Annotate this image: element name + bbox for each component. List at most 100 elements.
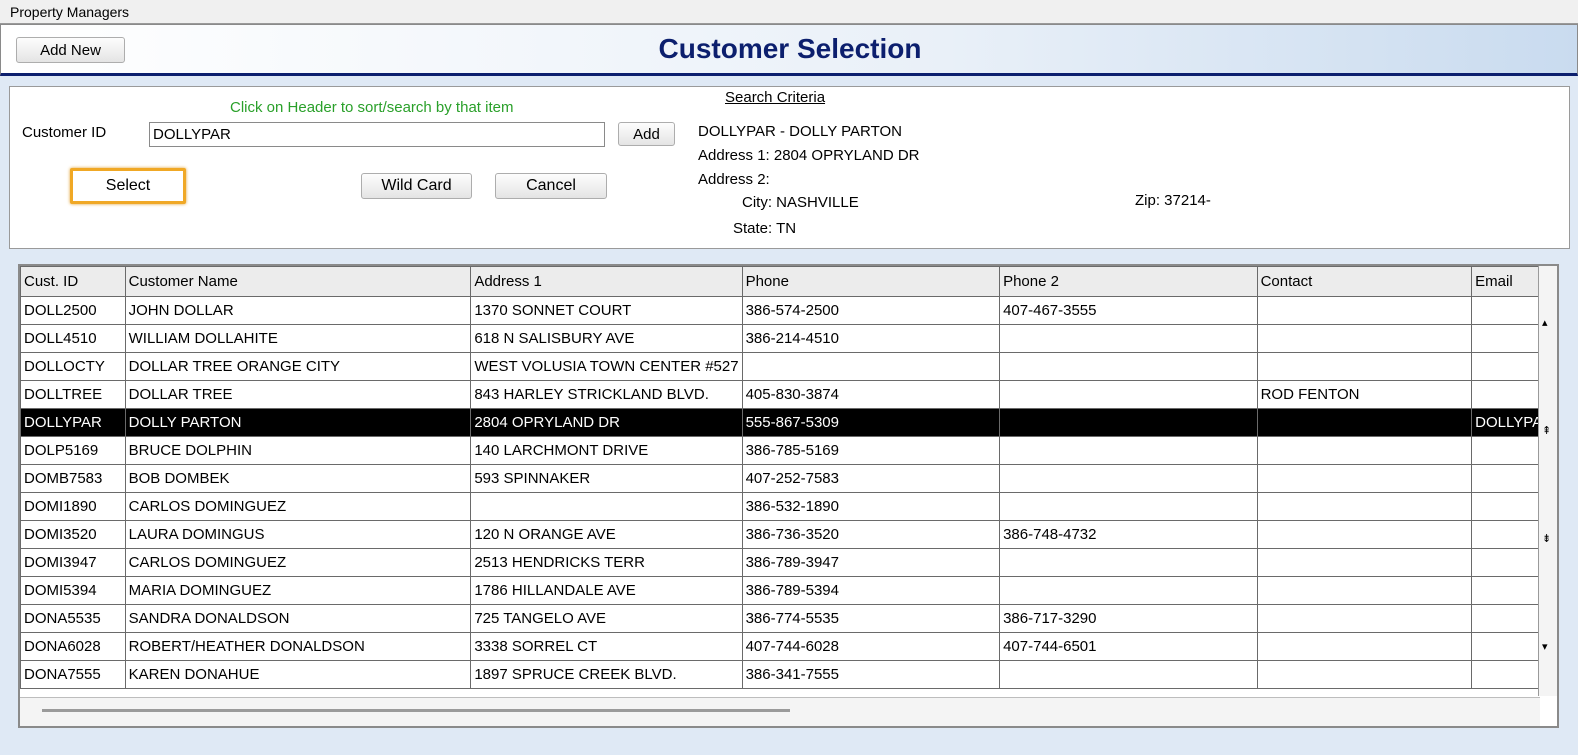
cell-address1: 1897 SPRUCE CREEK BLVD. (470, 660, 743, 689)
cell-contact (1256, 660, 1473, 689)
cell-address1: 593 SPINNAKER (470, 464, 743, 493)
add-button[interactable]: Add (618, 122, 675, 146)
cell-cust-id: DOMI1890 (20, 492, 126, 521)
cell-cust-id: DOMI5394 (20, 576, 126, 605)
cell-address1: 1370 SONNET COURT (470, 296, 743, 325)
table-row[interactable]: DOMI3947 CARLOS DOMINGUEZ 2513 HENDRICKS T… (20, 548, 1557, 577)
table-row[interactable]: DOLL4510 WILLIAM DOLLAHITE 618 N SALISBURY… (20, 324, 1557, 353)
criteria-zip: Zip: 37214- (1135, 192, 1211, 209)
table-row[interactable]: DONA6028 ROBERT/HEATHER DONALDSON 3338 SOR… (20, 632, 1557, 661)
cell-phone2 (999, 324, 1258, 353)
table-row[interactable]: DONA7555 KAREN DONAHUE 1897 SPRUCE CREEK B… (20, 660, 1557, 689)
page-title: Customer Selection (658, 33, 922, 64)
cell-phone2: 386-717-3290 (999, 604, 1258, 633)
table-row[interactable]: DOLLYPAR DOLLY PARTON 2804 OPRYLAND DR 555-… (20, 408, 1557, 437)
cell-phone: 555-867-5309 (741, 408, 1001, 437)
col-header-contact[interactable]: Contact (1256, 266, 1473, 297)
cell-phone: 386-736-3520 (741, 520, 1001, 549)
scroll-down-icon[interactable]: ▾ (1542, 640, 1548, 653)
cell-contact (1256, 576, 1473, 605)
cell-phone2 (999, 380, 1258, 409)
cell-customer-name: CARLOS DOMINGUEZ (124, 548, 472, 577)
select-button[interactable]: Select (70, 168, 186, 204)
cell-customer-name: DOLLY PARTON (124, 408, 472, 437)
cell-phone2: 407-744-6501 (999, 632, 1258, 661)
cell-phone: 386-785-5169 (741, 436, 1001, 465)
criteria-city: City: NASHVILLE (742, 194, 859, 211)
cell-address1: 725 TANGELO AVE (470, 604, 743, 633)
cell-contact (1256, 520, 1473, 549)
cell-contact (1256, 464, 1473, 493)
col-header-customer-name[interactable]: Customer Name (124, 266, 472, 297)
cell-phone: 386-532-1890 (741, 492, 1001, 521)
cell-contact (1256, 436, 1473, 465)
cell-cust-id: DOMI3520 (20, 520, 126, 549)
cell-address1: 120 N ORANGE AVE (470, 520, 743, 549)
horizontal-scroll-thumb[interactable] (42, 709, 790, 712)
cell-customer-name: MARIA DOMINGUEZ (124, 576, 472, 605)
vertical-scrollbar[interactable]: ▴ ⇞ ⇟ ▾ (1538, 266, 1557, 696)
cell-cust-id: DOLLTREE (20, 380, 126, 409)
customer-grid[interactable]: Cust. ID Customer Name Address 1 Phone P… (18, 264, 1559, 728)
scroll-page-up-icon[interactable]: ⇞ (1542, 424, 1551, 437)
cell-phone: 386-789-5394 (741, 576, 1001, 605)
cell-address1: 140 LARCHMONT DRIVE (470, 436, 743, 465)
cell-customer-name: DOLLAR TREE (124, 380, 472, 409)
col-header-phone2[interactable]: Phone 2 (999, 266, 1258, 297)
table-row[interactable]: DOMB7583 BOB DOMBEK 593 SPINNAKER 407-252-7… (20, 464, 1557, 493)
cell-customer-name: BRUCE DOLPHIN (124, 436, 472, 465)
cancel-button[interactable]: Cancel (495, 173, 607, 199)
cell-cust-id: DONA5535 (20, 604, 126, 633)
cell-contact (1256, 548, 1473, 577)
cell-phone: 386-214-4510 (741, 324, 1001, 353)
scroll-page-down-icon[interactable]: ⇟ (1542, 532, 1551, 545)
cell-customer-name: SANDRA DONALDSON (124, 604, 472, 633)
scroll-up-icon[interactable]: ▴ (1542, 316, 1548, 329)
cell-phone2 (999, 436, 1258, 465)
table-row[interactable]: DOMI1890 CARLOS DOMINGUEZ 386-532-1890 (20, 492, 1557, 521)
cell-phone: 386-789-3947 (741, 548, 1001, 577)
cell-cust-id: DOLL4510 (20, 324, 126, 353)
cell-contact (1256, 604, 1473, 633)
col-header-cust-id[interactable]: Cust. ID (20, 266, 126, 297)
cell-customer-name: ROBERT/HEATHER DONALDSON (124, 632, 472, 661)
cell-cust-id: DOLLOCTY (20, 352, 126, 381)
table-row[interactable]: DONA5535 SANDRA DONALDSON 725 TANGELO AVE 3… (20, 604, 1557, 633)
window-titlebar: Property Managers (0, 0, 1578, 24)
cell-contact (1256, 352, 1473, 381)
col-header-phone[interactable]: Phone (741, 266, 1001, 297)
cell-phone2 (999, 548, 1258, 577)
cell-cust-id: DONA7555 (20, 660, 126, 689)
cell-contact (1256, 408, 1473, 437)
customer-id-input[interactable] (149, 122, 605, 147)
cell-cust-id: DOMI3947 (20, 548, 126, 577)
cell-customer-name: DOLLAR TREE ORANGE CITY (124, 352, 472, 381)
cell-cust-id: DOLL2500 (20, 296, 126, 325)
table-row[interactable]: DOMI5394 MARIA DOMINGUEZ 1786 HILLANDALE A… (20, 576, 1557, 605)
window-title: Property Managers (10, 4, 130, 20)
table-row[interactable]: DOLLTREE DOLLAR TREE 843 HARLEY STRICKLAND… (20, 380, 1557, 409)
criteria-heading: DOLLYPAR - DOLLY PARTON (698, 123, 902, 140)
cell-address1: 618 N SALISBURY AVE (470, 324, 743, 353)
cell-phone2 (999, 408, 1258, 437)
horizontal-scrollbar[interactable] (20, 697, 1540, 726)
cell-customer-name: JOHN DOLLAR (124, 296, 472, 325)
table-row[interactable]: DOMI3520 LAURA DOMINGUS 120 N ORANGE AVE 38… (20, 520, 1557, 549)
table-row[interactable]: DOLP5169 BRUCE DOLPHIN 140 LARCHMONT DRIVE… (20, 436, 1557, 465)
table-row[interactable]: DOLL2500 JOHN DOLLAR 1370 SONNET COURT 386-… (20, 296, 1557, 325)
cell-address1: 2804 OPRYLAND DR (470, 408, 743, 437)
cell-phone2 (999, 464, 1258, 493)
cell-cust-id: DONA6028 (20, 632, 126, 661)
cell-phone (741, 352, 1001, 381)
criteria-address1: Address 1: 2804 OPRYLAND DR (698, 147, 920, 164)
table-row[interactable]: DOLLOCTY DOLLAR TREE ORANGE CITY WEST VOLU… (20, 352, 1557, 381)
cell-cust-id: DOMB7583 (20, 464, 126, 493)
cell-address1 (470, 492, 743, 521)
wild-card-button[interactable]: Wild Card (361, 173, 472, 199)
cell-contact (1256, 492, 1473, 521)
cell-phone: 405-830-3874 (741, 380, 1001, 409)
customer-table: Cust. ID Customer Name Address 1 Phone P… (20, 266, 1557, 689)
sort-hint: Click on Header to sort/search by that i… (230, 99, 514, 116)
grid-header-row: Cust. ID Customer Name Address 1 Phone P… (20, 266, 1557, 297)
col-header-address1[interactable]: Address 1 (470, 266, 743, 297)
